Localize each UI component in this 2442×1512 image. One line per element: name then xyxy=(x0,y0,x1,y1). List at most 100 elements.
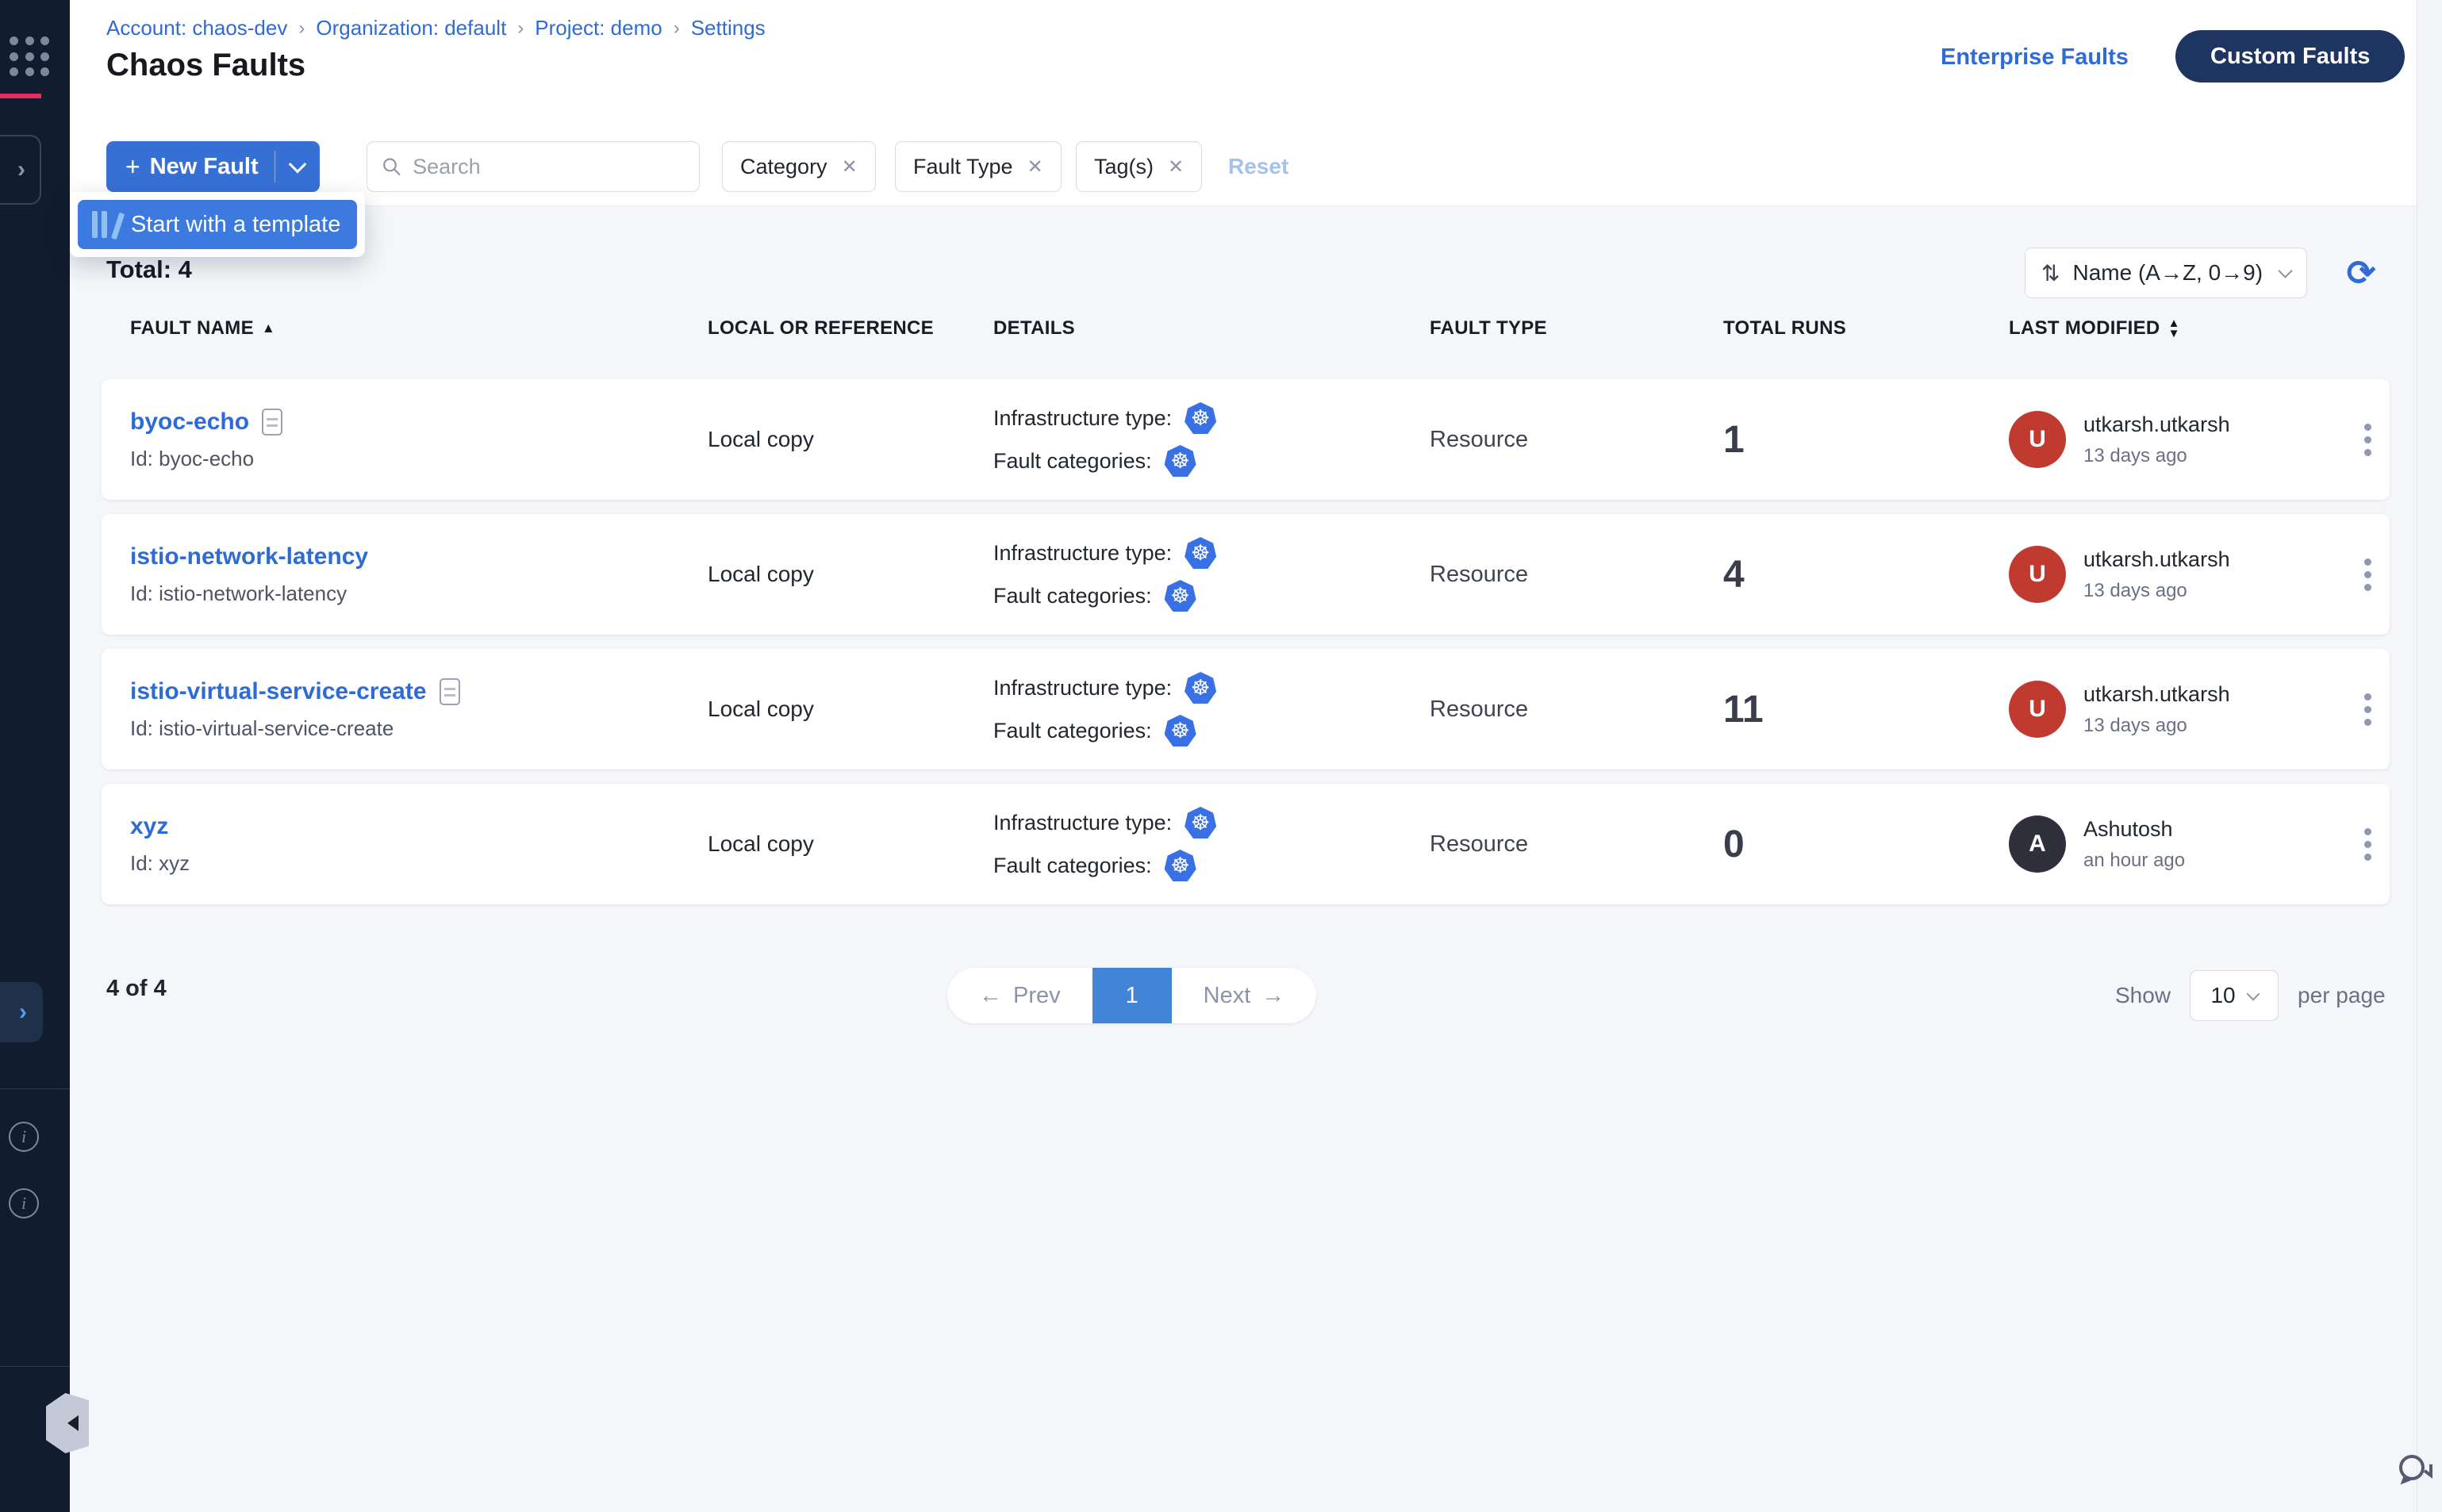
main-area: Account: chaos-dev › Organization: defau… xyxy=(70,0,2417,1512)
fault-categories-label: Fault categories: xyxy=(993,584,1152,608)
plus-icon: + xyxy=(125,152,140,182)
close-icon[interactable]: ✕ xyxy=(1027,155,1043,178)
kubernetes-icon[interactable]: ☸ xyxy=(1185,402,1216,434)
table-header-row: FAULT NAME ▲ LOCAL OR REFERENCE DETAILS … xyxy=(102,317,2390,340)
custom-faults-button[interactable]: Custom Faults xyxy=(2175,30,2405,83)
per-page-label: per page xyxy=(2298,983,2386,1008)
fault-type-value: Resource xyxy=(1379,427,1672,453)
column-header-details: DETAILS xyxy=(943,317,1379,340)
menu-item-label: Start with a template xyxy=(131,212,340,238)
filter-chip-label: Fault Type xyxy=(913,155,1013,179)
last-modified-cell: U utkarsh.utkarsh 13 days ago xyxy=(1958,681,2294,738)
last-modified-cell: U utkarsh.utkarsh 13 days ago xyxy=(1958,546,2294,603)
row-menu-button[interactable] xyxy=(2345,558,2390,591)
modified-at: 13 days ago xyxy=(2083,580,2230,602)
page-size-select[interactable]: 10 xyxy=(2190,970,2279,1021)
sidebar-collapse-handle[interactable] xyxy=(46,1393,89,1453)
current-page-button[interactable]: 1 xyxy=(1092,968,1172,1023)
refresh-icon: ⟳ xyxy=(2347,253,2376,294)
refresh-button[interactable]: ⟳ xyxy=(2336,248,2386,298)
filter-chip-tags[interactable]: Tag(s) ✕ xyxy=(1076,141,1202,192)
infrastructure-type-label: Infrastructure type: xyxy=(993,541,1172,566)
fault-name-link[interactable]: istio-virtual-service-create xyxy=(130,678,657,705)
fault-details: Infrastructure type: ☸ Fault categories:… xyxy=(943,672,1379,746)
breadcrumb-project[interactable]: Project: demo xyxy=(535,16,662,40)
fault-row[interactable]: byoc-echo Id: byoc-echo Local copy Infra… xyxy=(102,379,2390,500)
local-or-reference-value: Local copy xyxy=(657,427,943,452)
fault-row[interactable]: istio-virtual-service-create Id: istio-v… xyxy=(102,649,2390,769)
next-page-button[interactable]: Next → xyxy=(1172,968,1317,1023)
column-header-last-modified[interactable]: LAST MODIFIED ▲▼ xyxy=(1958,317,2294,340)
fault-name-link[interactable]: byoc-echo xyxy=(130,409,657,436)
new-fault-split-button: + New Fault xyxy=(106,141,320,192)
total-runs-value: 4 xyxy=(1672,553,1958,597)
filter-chip-label: Tag(s) xyxy=(1094,155,1154,179)
kubernetes-icon[interactable]: ☸ xyxy=(1165,850,1196,881)
breadcrumb-settings[interactable]: Settings xyxy=(691,16,766,40)
column-header-local-or-reference: LOCAL OR REFERENCE xyxy=(657,317,943,340)
fault-name-link[interactable]: istio-network-latency xyxy=(130,543,657,570)
kubernetes-icon[interactable]: ☸ xyxy=(1185,672,1216,704)
start-with-template-menu-item[interactable]: Start with a template xyxy=(78,200,357,249)
prev-label: Prev xyxy=(1013,983,1061,1009)
sidebar-expand-button[interactable]: › xyxy=(0,982,43,1042)
chevron-down-icon xyxy=(2246,987,2260,1000)
new-fault-dropdown-toggle[interactable] xyxy=(275,141,320,192)
fault-name: istio-network-latency xyxy=(130,543,368,570)
search-box xyxy=(367,141,700,192)
filter-chip-label: Category xyxy=(740,155,827,179)
fault-id: Id: xyz xyxy=(130,851,657,876)
kubernetes-icon[interactable]: ☸ xyxy=(1165,715,1196,746)
fault-row[interactable]: istio-network-latency Id: istio-network-… xyxy=(102,514,2390,635)
breadcrumb-organization[interactable]: Organization: default xyxy=(316,16,506,40)
row-menu-button[interactable] xyxy=(2345,693,2390,726)
total-runs-value: 0 xyxy=(1672,823,1958,866)
toolbar: + New Fault Category ✕ Fault Type ✕ Tag(… xyxy=(70,105,2417,206)
column-header-fault-name[interactable]: FAULT NAME ▲ xyxy=(102,317,657,340)
sort-dropdown[interactable]: ⇅ Name (A→Z, 0→9) xyxy=(2025,248,2307,298)
chevron-down-icon xyxy=(2278,263,2292,278)
triangle-left-icon xyxy=(67,1415,79,1431)
row-menu-button[interactable] xyxy=(2345,828,2390,861)
fault-categories-label: Fault categories: xyxy=(993,449,1152,474)
reset-filters-button[interactable]: Reset xyxy=(1228,154,1288,179)
page-size-control: Show 10 per page xyxy=(2115,968,2386,1023)
fault-id: Id: istio-network-latency xyxy=(130,581,657,606)
fault-name-link[interactable]: xyz xyxy=(130,813,657,840)
kubernetes-icon[interactable]: ☸ xyxy=(1165,445,1196,477)
filter-chip-category[interactable]: Category ✕ xyxy=(722,141,876,192)
fault-row[interactable]: xyz Id: xyz Local copy Infrastructure ty… xyxy=(102,784,2390,904)
filter-chip-fault-type[interactable]: Fault Type ✕ xyxy=(895,141,1062,192)
info-icon[interactable]: i xyxy=(9,1122,39,1152)
local-or-reference-value: Local copy xyxy=(657,831,943,857)
module-accent-bar xyxy=(0,94,41,98)
total-count: Total: 4 xyxy=(106,255,192,284)
app-grid-icon[interactable] xyxy=(10,36,51,78)
fault-categories-label: Fault categories: xyxy=(993,854,1152,878)
kubernetes-icon[interactable]: ☸ xyxy=(1185,537,1216,569)
description-icon xyxy=(440,678,460,705)
kubernetes-icon[interactable]: ☸ xyxy=(1165,580,1196,612)
info-icon[interactable]: i xyxy=(9,1188,39,1218)
close-icon[interactable]: ✕ xyxy=(1168,155,1184,178)
enterprise-faults-link[interactable]: Enterprise Faults xyxy=(1941,44,2129,71)
kubernetes-icon[interactable]: ☸ xyxy=(1185,807,1216,839)
column-header-label: DETAILS xyxy=(993,317,1075,340)
new-fault-dropdown-menu: Start with a template xyxy=(70,192,365,257)
new-fault-button[interactable]: + New Fault xyxy=(106,152,275,182)
fault-name: xyz xyxy=(130,813,168,840)
breadcrumb-account[interactable]: Account: chaos-dev xyxy=(106,16,287,40)
modified-at: 13 days ago xyxy=(2083,715,2230,737)
prev-page-button[interactable]: ← Prev xyxy=(947,968,1092,1023)
column-header-label: FAULT TYPE xyxy=(1430,317,1547,340)
help-chat-icon[interactable] xyxy=(2398,1453,2439,1495)
close-icon[interactable]: ✕ xyxy=(842,155,858,178)
sort-asc-icon: ▲ xyxy=(262,320,275,336)
column-header-total-runs: TOTAL RUNS xyxy=(1672,317,1958,340)
avatar: A xyxy=(2009,815,2066,873)
arrow-left-icon: ← xyxy=(979,983,1002,1009)
search-input[interactable] xyxy=(413,155,685,179)
nav-expand-button[interactable]: › xyxy=(0,135,41,205)
row-menu-button[interactable] xyxy=(2345,424,2390,456)
chevron-right-icon: › xyxy=(17,156,25,183)
